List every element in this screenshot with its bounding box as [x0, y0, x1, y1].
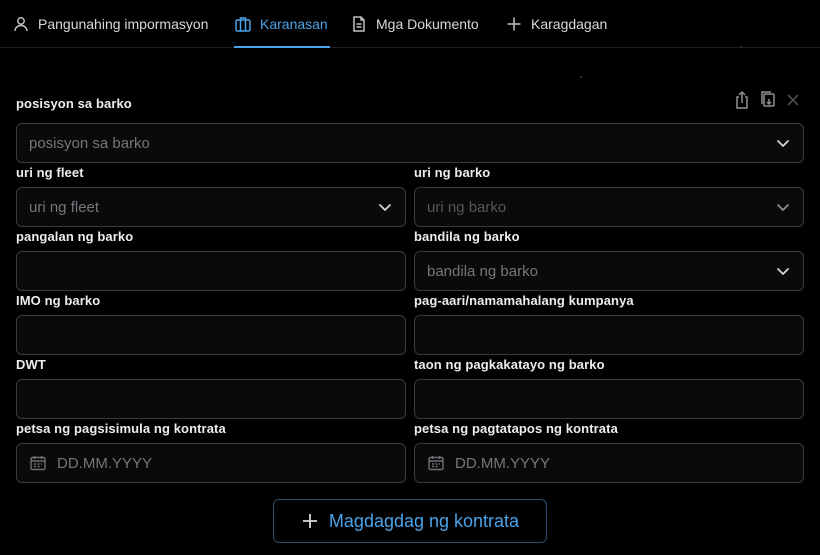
imo-input[interactable]	[16, 315, 406, 355]
close-icon[interactable]	[785, 92, 801, 108]
section-tools	[733, 90, 801, 110]
tab-documents[interactable]: Mga Dokumento	[350, 0, 479, 48]
ship-type-placeholder: uri ng barko	[427, 198, 507, 216]
tab-bar: Pangunahing impormasyon Karanasan Mga Do…	[0, 0, 820, 48]
contract-end-date-input[interactable]: DD.MM.YYYY	[414, 443, 804, 483]
tab-basic-info[interactable]: Pangunahing impormasyon	[12, 0, 208, 48]
owner-label: pag-aari/namamahalang kumpanya	[414, 293, 634, 308]
dwt-input[interactable]	[16, 379, 406, 419]
copy-icon[interactable]	[759, 90, 777, 110]
fleet-type-label: uri ng fleet	[16, 165, 84, 180]
divider-dot	[580, 76, 582, 78]
user-icon	[14, 17, 28, 32]
contract-end-label: petsa ng pagtatapos ng kontrata	[414, 421, 618, 436]
ship-flag-label: bandila ng barko	[414, 229, 520, 244]
plus-icon	[302, 514, 317, 528]
tab-experience[interactable]: Karanasan	[234, 0, 330, 48]
dwt-label: DWT	[16, 357, 46, 372]
owner-input[interactable]	[414, 315, 804, 355]
build-year-input[interactable]	[414, 379, 804, 419]
build-year-label: taon ng pagkakatayo ng barko	[414, 357, 605, 372]
briefcase-icon	[235, 17, 251, 32]
imo-label: IMO ng barko	[16, 293, 101, 308]
ship-name-label: pangalan ng barko	[16, 229, 134, 244]
ship-type-select[interactable]: uri ng barko	[414, 187, 804, 227]
upload-icon[interactable]	[733, 90, 751, 110]
chevron-down-icon	[776, 267, 790, 276]
tab-label: Pangunahing impormasyon	[38, 16, 209, 32]
plus-icon	[507, 17, 521, 31]
ship-flag-select[interactable]: bandila ng barko	[414, 251, 804, 291]
position-placeholder: posisyon sa barko	[29, 134, 150, 152]
divider-dot	[740, 46, 742, 48]
ship-type-label: uri ng barko	[414, 165, 491, 180]
position-select[interactable]: posisyon sa barko	[16, 123, 804, 163]
chevron-down-icon	[378, 203, 392, 212]
tab-additional[interactable]: Karagdagan	[505, 0, 607, 48]
tab-label: Karanasan	[260, 16, 328, 32]
tab-label: Mga Dokumento	[376, 16, 479, 32]
add-contract-button[interactable]: Magdagdag ng kontrata	[273, 499, 547, 543]
calendar-icon	[428, 456, 444, 471]
tab-label: Karagdagan	[531, 16, 608, 32]
fleet-type-select[interactable]: uri ng fleet	[16, 187, 406, 227]
chevron-down-icon	[776, 203, 790, 212]
contract-start-placeholder: DD.MM.YYYY	[57, 454, 153, 472]
document-icon	[353, 16, 365, 32]
ship-name-input[interactable]	[16, 251, 406, 291]
calendar-icon	[30, 456, 46, 471]
position-label: posisyon sa barko	[16, 96, 132, 111]
chevron-down-icon	[776, 139, 790, 148]
contract-start-date-input[interactable]: DD.MM.YYYY	[16, 443, 406, 483]
add-contract-label: Magdagdag ng kontrata	[328, 510, 520, 531]
ship-flag-placeholder: bandila ng barko	[427, 262, 538, 280]
contract-start-label: petsa ng pagsisimula ng kontrata	[16, 421, 226, 436]
fleet-type-placeholder: uri ng fleet	[29, 198, 100, 216]
contract-end-placeholder: DD.MM.YYYY	[455, 454, 551, 472]
